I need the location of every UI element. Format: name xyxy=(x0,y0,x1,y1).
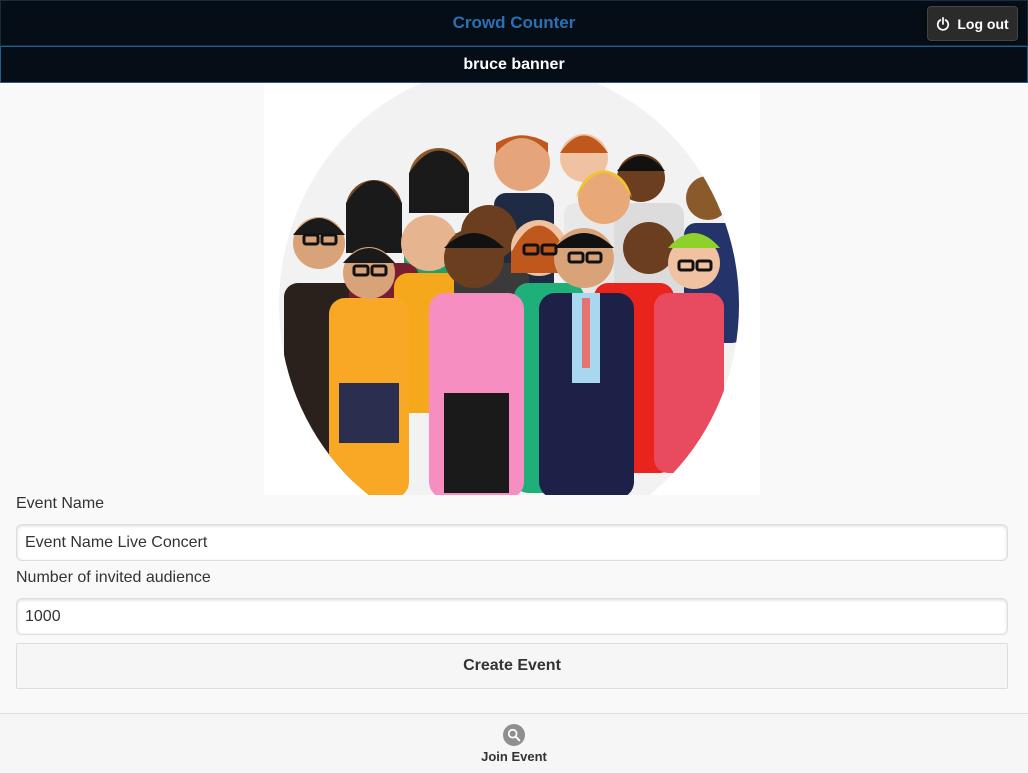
app-title: Crowd Counter xyxy=(452,13,576,32)
logout-button[interactable]: Log out xyxy=(927,6,1018,41)
search-icon xyxy=(503,723,525,746)
audience-input[interactable] xyxy=(16,598,1008,635)
audience-label: Number of invited audience xyxy=(16,569,211,586)
event-name-input[interactable] xyxy=(16,524,1008,561)
crowd-illustration xyxy=(264,83,760,495)
user-name: bruce banner xyxy=(463,55,565,73)
power-icon xyxy=(937,16,950,31)
event-name-label: Event Name xyxy=(16,495,105,512)
join-event-tab[interactable]: Join Event xyxy=(481,723,547,764)
user-bar: bruce banner xyxy=(0,46,1028,83)
create-event-button[interactable]: Create Event xyxy=(16,643,1008,689)
join-event-label: Join Event xyxy=(481,748,547,764)
logout-label: Log out xyxy=(957,15,1009,32)
app-header: Crowd Counter Log out xyxy=(0,0,1028,46)
footer-navbar: Join Event xyxy=(0,713,1028,773)
